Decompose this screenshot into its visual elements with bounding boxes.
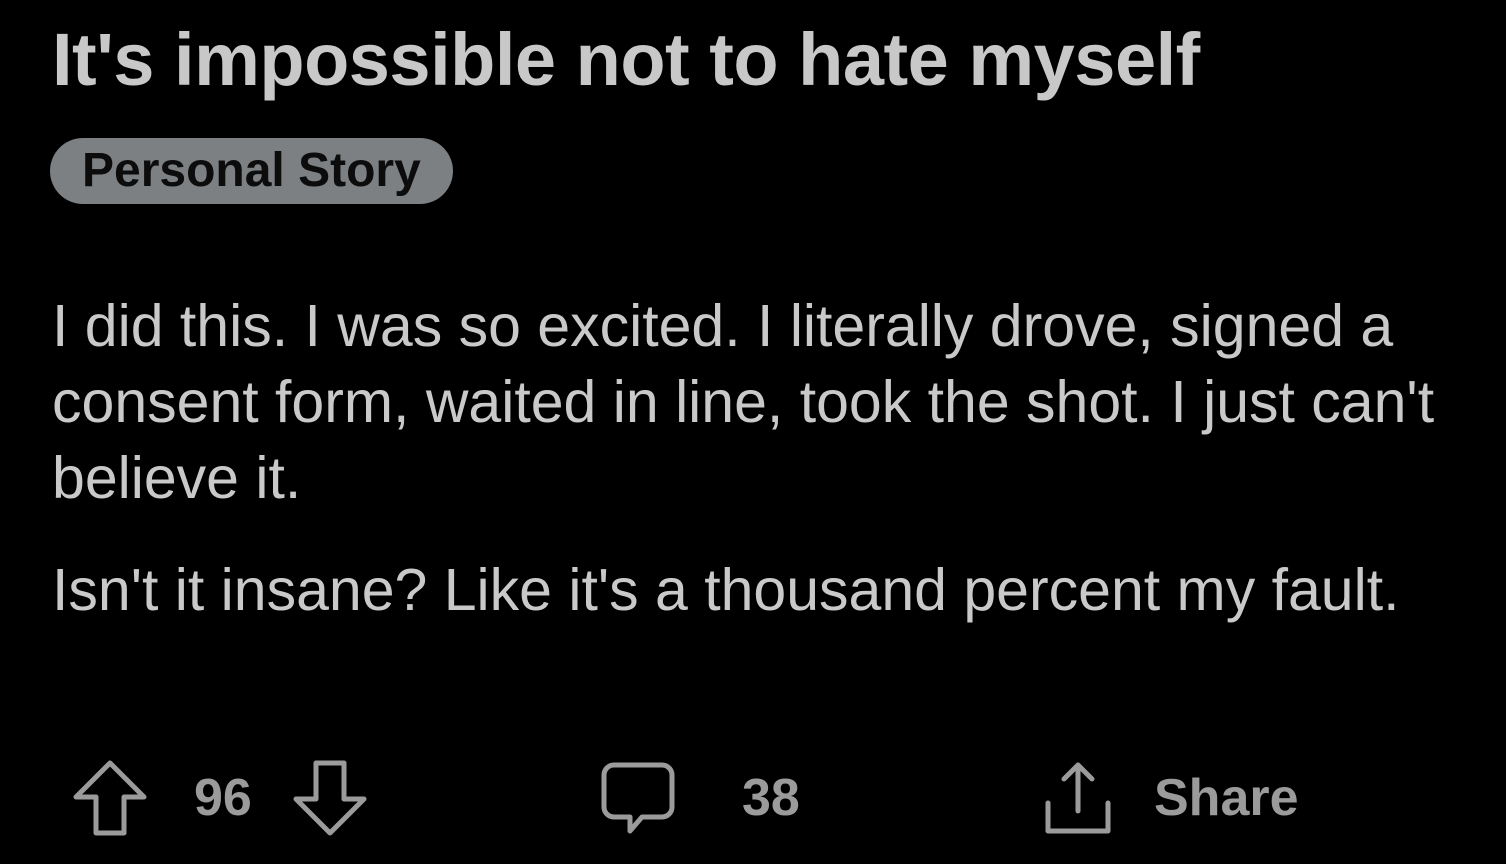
share-upload-icon bbox=[1040, 759, 1116, 837]
downvote-arrow-icon[interactable] bbox=[292, 759, 368, 837]
post-paragraph: Isn't it insane? Like it's a thousand pe… bbox=[52, 557, 1400, 623]
comment-count: 38 bbox=[742, 769, 800, 827]
post-action-bar: 96 38 Share bbox=[72, 758, 1472, 838]
vote-count: 96 bbox=[194, 769, 252, 827]
share-label: Share bbox=[1154, 769, 1299, 827]
upvote-arrow-icon[interactable] bbox=[72, 759, 148, 837]
post-title[interactable]: It's impossible not to hate myself bbox=[52, 18, 1200, 102]
comment-bubble-icon bbox=[600, 759, 676, 837]
post-flair[interactable]: Personal Story bbox=[50, 138, 453, 204]
post-body: I did this. I was so excited. I literall… bbox=[52, 288, 1472, 664]
vote-group: 96 bbox=[72, 758, 368, 838]
share-button[interactable]: Share bbox=[1040, 758, 1299, 838]
post-paragraph: I did this. I was so excited. I literall… bbox=[52, 293, 1435, 511]
comments-button[interactable]: 38 bbox=[600, 758, 800, 838]
